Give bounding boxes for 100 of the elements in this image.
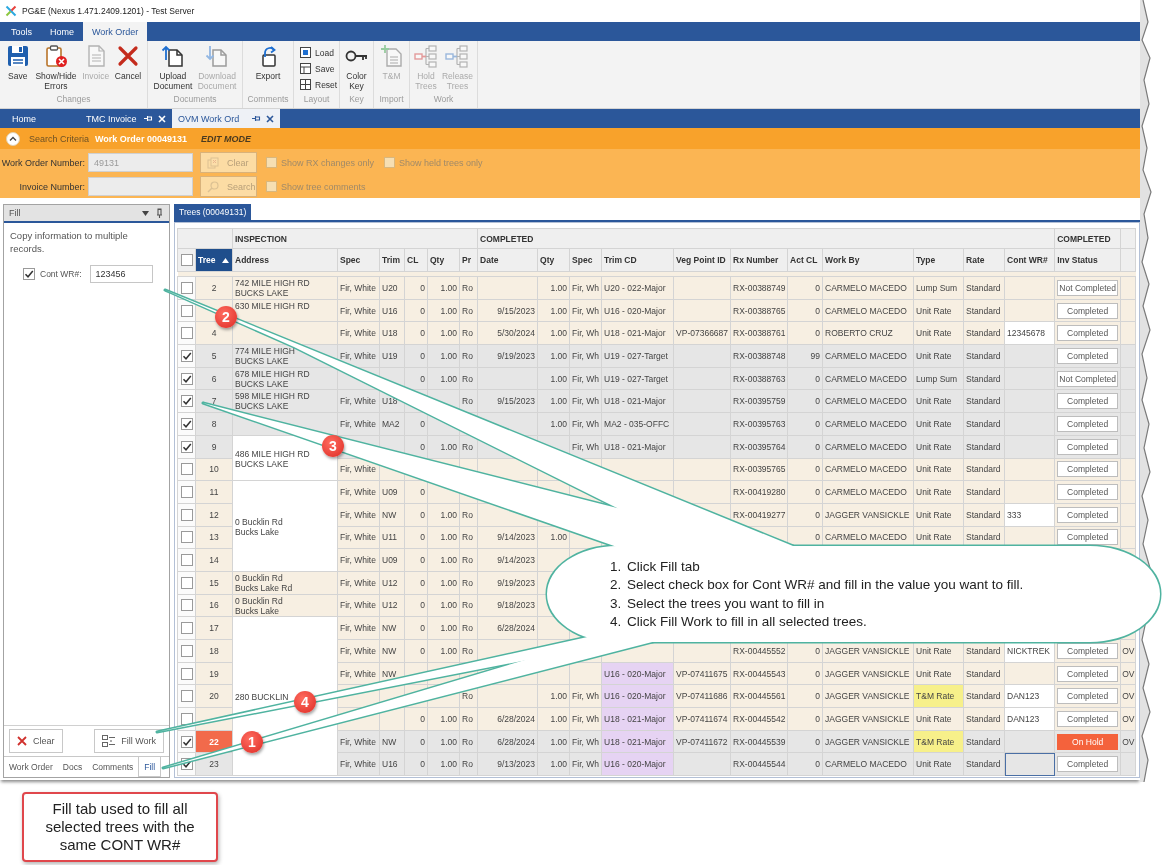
table-cell: Standard [963, 276, 1005, 300]
table-cell: 1.00 [537, 752, 570, 776]
table-cell: Ro [459, 752, 478, 776]
clear-button[interactable]: Clear [9, 729, 63, 753]
callout-note: Fill tab used to fill all selected trees with the same CONT WR# [22, 792, 218, 862]
column-header[interactable]: Inv Status [1054, 248, 1121, 272]
status-button[interactable]: Completed [1057, 325, 1119, 342]
column-header[interactable]: Qty [537, 248, 570, 272]
dropdown-arrow-icon[interactable] [142, 210, 149, 216]
panel-tab[interactable]: Docs [57, 757, 88, 777]
table-cell: RX-00445543 [730, 662, 788, 685]
color-key-button[interactable]: Color Key [344, 44, 369, 91]
ribbon-tab[interactable]: Work Order [83, 22, 148, 41]
cancel-button[interactable]: Cancel [114, 44, 142, 81]
column-header[interactable]: Type [913, 248, 964, 272]
ribbon-tab[interactable]: Home [41, 22, 84, 41]
table-cell: OV [1120, 662, 1136, 685]
status-button[interactable]: Completed [1057, 688, 1119, 705]
row-checkbox[interactable] [180, 735, 193, 748]
row-checkbox[interactable] [180, 508, 193, 521]
row-checkbox[interactable] [180, 690, 193, 703]
pin-icon[interactable] [252, 115, 261, 122]
row-checkbox[interactable] [180, 349, 193, 362]
input-field[interactable]: 123456 [89, 265, 153, 283]
select-all-checkbox[interactable] [180, 254, 193, 266]
field-checkbox[interactable] [23, 268, 35, 280]
reset-layout-button[interactable]: Reset [300, 78, 339, 91]
row-checkbox[interactable] [180, 622, 193, 635]
instruction-step: 1. Click Fill tab [610, 558, 1024, 577]
column-header[interactable]: Act CL [787, 248, 823, 272]
row-checkbox[interactable] [180, 281, 193, 294]
row-checkbox[interactable] [180, 417, 193, 430]
panel-tab[interactable]: Fill [138, 757, 162, 777]
row-checkbox[interactable] [180, 599, 193, 612]
column-header[interactable]: Spec [337, 248, 380, 272]
column-header[interactable]: CL [404, 248, 428, 272]
row-checkbox[interactable] [180, 712, 193, 725]
export-button[interactable]: Export [255, 44, 281, 81]
table-cell: JAGGER VANSICKLE [822, 707, 914, 731]
status-button[interactable]: Completed [1057, 393, 1119, 410]
column-header[interactable]: Trim [379, 248, 405, 272]
status-button[interactable]: Completed [1057, 415, 1119, 432]
load-layout-button[interactable]: Load [300, 46, 339, 59]
panel-tab[interactable]: Comments [87, 757, 139, 777]
column-header[interactable]: Veg Point ID [673, 248, 731, 272]
table-cell: Unit Rate [913, 389, 964, 413]
row-checkbox[interactable] [180, 531, 193, 544]
upload-document-button[interactable]: Upload Document [153, 44, 193, 91]
row-checkbox[interactable] [180, 667, 193, 680]
row-checkbox[interactable] [180, 554, 193, 567]
panel-tab[interactable]: Work Order [4, 757, 58, 777]
status-button[interactable]: Completed [1057, 438, 1119, 455]
save-layout-button[interactable]: Save [300, 62, 339, 75]
field-label: Work Order Number: [0, 157, 86, 168]
row-checkbox[interactable] [180, 644, 193, 657]
save-button[interactable]: Save [5, 44, 30, 81]
table-cell: 0 [404, 571, 428, 595]
row-checkbox[interactable] [180, 486, 193, 499]
row-checkbox[interactable] [180, 576, 193, 589]
close-icon[interactable] [266, 114, 274, 123]
status-button[interactable]: Completed [1057, 756, 1119, 773]
status-button[interactable]: Completed [1057, 302, 1119, 319]
document-tab[interactable]: OVM Work Ord [172, 109, 280, 128]
row-checkbox[interactable] [180, 327, 193, 340]
status-button[interactable]: Completed [1057, 665, 1119, 682]
row-checkbox[interactable] [180, 304, 193, 317]
status-button[interactable]: Not Completed [1057, 279, 1119, 296]
status-button[interactable]: Completed [1057, 710, 1119, 727]
status-button[interactable]: Completed [1057, 642, 1119, 659]
column-header[interactable]: Rx Number [730, 248, 788, 272]
table-cell: VP-07411674 [673, 707, 731, 731]
column-header[interactable]: Address [232, 248, 338, 272]
row-checkbox[interactable] [180, 395, 193, 408]
status-button[interactable]: Completed [1057, 461, 1119, 478]
column-header[interactable]: Qty [427, 248, 460, 272]
column-header[interactable]: Spec [569, 248, 602, 272]
status-button[interactable]: Completed [1057, 484, 1119, 501]
status-button[interactable]: Completed [1057, 529, 1119, 546]
pin-icon[interactable] [156, 208, 163, 218]
status-button[interactable]: Not Completed [1057, 370, 1119, 387]
status-button[interactable]: Completed [1057, 506, 1119, 523]
document-tab[interactable]: Home [0, 109, 80, 128]
show-hide-errors-button[interactable]: Show/Hide Errors [35, 44, 77, 91]
column-header[interactable]: Trim CD [601, 248, 674, 272]
collapse-chevron-icon[interactable] [6, 131, 20, 146]
status-button[interactable]: Completed [1057, 347, 1119, 364]
table-cell: Fir, Wh [569, 684, 602, 708]
column-header[interactable]: Cont WR# [1004, 248, 1055, 272]
fill-work-button[interactable]: Fill Work [94, 729, 164, 753]
grid-tab[interactable]: Trees (00049131) [174, 204, 252, 220]
table-cell: Standard [963, 752, 1005, 776]
checklist-icon [102, 735, 116, 747]
column-header[interactable]: Work By [822, 248, 914, 272]
row-checkbox[interactable] [180, 372, 193, 385]
row-checkbox[interactable] [180, 463, 193, 476]
ribbon-tab[interactable]: Tools [2, 22, 41, 41]
column-header[interactable]: Rate [963, 248, 1005, 272]
column-header[interactable]: Pr [459, 248, 478, 272]
row-checkbox[interactable] [180, 440, 193, 453]
column-header[interactable]: Date [477, 248, 538, 272]
